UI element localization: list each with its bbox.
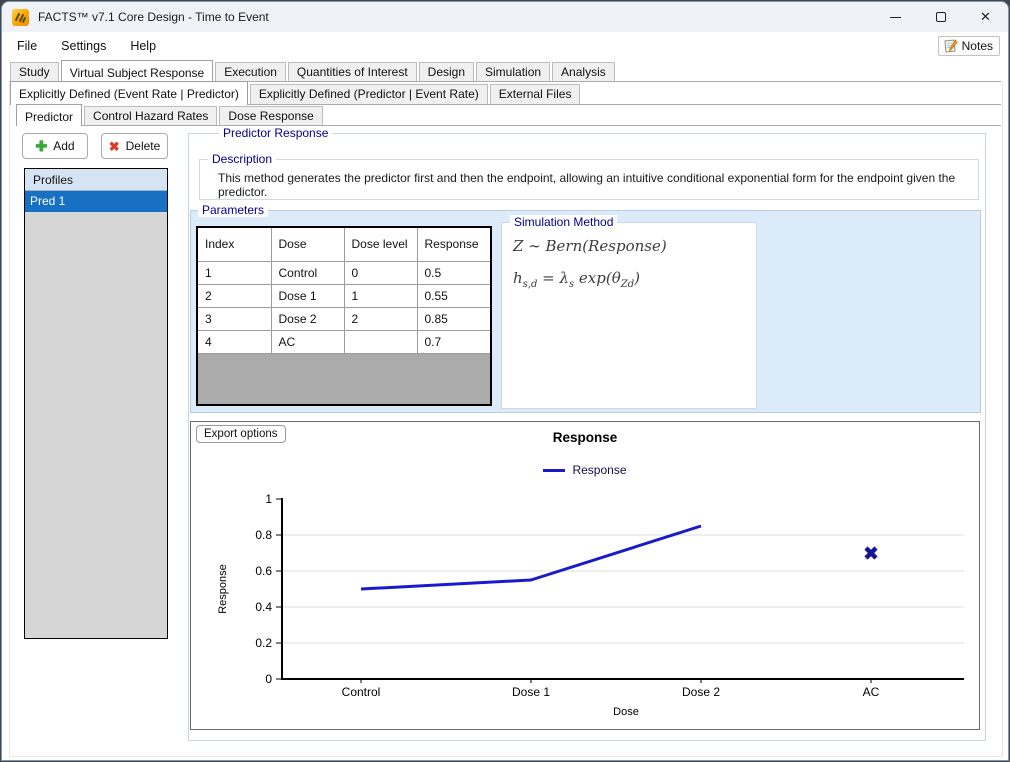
parameters-group: Parameters IndexDoseDose levelResponse 1… bbox=[190, 210, 981, 413]
simulation-formula-1: Z ∼ Bern(Response) bbox=[513, 237, 667, 255]
predictor-tab-strip: PredictorControl Hazard RatesDose Respon… bbox=[16, 105, 1001, 126]
tab-explicitly-defined-event-rate-predictor[interactable]: Explicitly Defined (Event Rate | Predict… bbox=[10, 81, 248, 105]
profiles-list-header: Profiles bbox=[25, 169, 167, 191]
tab-control-hazard-rates[interactable]: Control Hazard Rates bbox=[84, 106, 217, 125]
tab-study[interactable]: Study bbox=[10, 62, 59, 81]
legend-label: Response bbox=[572, 463, 626, 477]
svg-text:Response: Response bbox=[217, 564, 229, 614]
svg-text:0.4: 0.4 bbox=[255, 600, 272, 614]
tab-virtual-subject-response[interactable]: Virtual Subject Response bbox=[61, 60, 214, 82]
parameters-table: IndexDoseDose levelResponse 1Control00.5… bbox=[196, 226, 492, 406]
svg-text:0.6: 0.6 bbox=[255, 564, 272, 578]
chart-legend: Response bbox=[191, 463, 979, 477]
close-icon: ✕ bbox=[980, 9, 991, 25]
close-button[interactable]: ✕ bbox=[963, 2, 1008, 32]
tab-dose-response[interactable]: Dose Response bbox=[219, 106, 322, 125]
description-group-label: Description bbox=[208, 152, 276, 166]
export-options-button[interactable]: Export options bbox=[196, 425, 286, 443]
param-cell[interactable]: 0.55 bbox=[417, 284, 490, 307]
add-label: Add bbox=[53, 139, 74, 153]
minimize-button[interactable] bbox=[873, 2, 918, 32]
param-cell[interactable]: 2 bbox=[198, 284, 271, 307]
notes-label: Notes bbox=[962, 39, 993, 53]
tab-analysis[interactable]: Analysis bbox=[552, 62, 615, 81]
menu-bar: File Settings Help Notes bbox=[2, 32, 1008, 59]
delete-icon: ✖ bbox=[109, 140, 120, 153]
param-cell[interactable]: 0.5 bbox=[417, 261, 490, 284]
delete-button[interactable]: ✖ Delete bbox=[101, 133, 168, 159]
simulation-method-group-label: Simulation Method bbox=[510, 215, 617, 229]
tab-design[interactable]: Design bbox=[419, 62, 474, 81]
param-row: 1Control00.5 bbox=[198, 261, 490, 284]
dose-response-chart-panel: Export options Response Response 0 0.2 0.4… bbox=[190, 421, 980, 730]
param-cell[interactable]: 0 bbox=[344, 261, 417, 284]
param-cell[interactable]: 4 bbox=[198, 330, 271, 353]
simulation-method-group: Simulation Method Z ∼ Bern(Response) hs,… bbox=[501, 222, 757, 409]
param-cell[interactable]: AC bbox=[271, 330, 344, 353]
svg-text:AC: AC bbox=[863, 685, 880, 699]
menu-settings[interactable]: Settings bbox=[51, 35, 116, 57]
param-cell[interactable]: Dose 2 bbox=[271, 307, 344, 330]
tab-external-files[interactable]: External Files bbox=[490, 84, 581, 104]
tab-quantities-of-interest[interactable]: Quantities of Interest bbox=[288, 62, 417, 81]
notes-button[interactable]: Notes bbox=[938, 36, 1000, 56]
param-col-header: Index bbox=[198, 228, 271, 261]
minimize-icon bbox=[890, 17, 901, 18]
app-logo-icon bbox=[12, 9, 29, 26]
parameters-group-label: Parameters bbox=[198, 203, 268, 217]
window-title: FACTS™ v7.1 Core Design - Time to Event bbox=[38, 10, 269, 24]
param-cell[interactable] bbox=[344, 330, 417, 353]
param-col-header: Response bbox=[417, 228, 490, 261]
vsr-tab-strip: Explicitly Defined (Event Rate | Predict… bbox=[10, 82, 1001, 105]
main-tab-strip: StudyVirtual Subject ResponseExecutionQu… bbox=[10, 60, 1001, 82]
legend-line-swatch bbox=[543, 469, 565, 472]
param-cell[interactable]: 1 bbox=[344, 284, 417, 307]
description-text: This method generates the predictor firs… bbox=[218, 171, 968, 199]
svg-text:0.8: 0.8 bbox=[255, 528, 272, 542]
param-row: 3Dose 220.85 bbox=[198, 307, 490, 330]
svg-text:1: 1 bbox=[265, 492, 272, 506]
svg-text:Dose: Dose bbox=[613, 706, 639, 718]
window-controls: ✕ bbox=[873, 2, 1008, 32]
param-col-header: Dose bbox=[271, 228, 344, 261]
profile-item[interactable]: Pred 1 bbox=[25, 191, 167, 212]
maximize-icon bbox=[936, 12, 946, 22]
predictor-response-group-label: Predictor Response bbox=[219, 126, 332, 140]
simulation-formula-2: hs,d = λs exp(θZd) bbox=[513, 269, 640, 290]
tab-predictor[interactable]: Predictor bbox=[16, 104, 82, 126]
add-button[interactable]: ✚ Add bbox=[22, 133, 88, 159]
param-col-header: Dose level bbox=[344, 228, 417, 261]
svg-text:Control: Control bbox=[342, 685, 381, 699]
svg-text:0: 0 bbox=[265, 672, 272, 686]
delete-label: Delete bbox=[126, 139, 161, 153]
profiles-list: Profiles Pred 1 bbox=[24, 168, 168, 639]
tab-simulation[interactable]: Simulation bbox=[476, 62, 550, 81]
param-cell[interactable]: Dose 1 bbox=[271, 284, 344, 307]
param-cell[interactable]: 1 bbox=[198, 261, 271, 284]
param-cell[interactable]: 0.7 bbox=[417, 330, 490, 353]
param-row: 4AC 0.7 bbox=[198, 330, 490, 353]
maximize-button[interactable] bbox=[918, 2, 963, 32]
svg-text:Dose 1: Dose 1 bbox=[512, 685, 550, 699]
tab-explicitly-defined-predictor-event-rate[interactable]: Explicitly Defined (Predictor | Event Ra… bbox=[250, 84, 488, 104]
param-cell[interactable]: 3 bbox=[198, 307, 271, 330]
chart-title: Response bbox=[191, 430, 979, 445]
param-cell[interactable]: 0.85 bbox=[417, 307, 490, 330]
svg-text:0.2: 0.2 bbox=[255, 636, 272, 650]
app-window: FACTS™ v7.1 Core Design - Time to Event … bbox=[1, 1, 1009, 761]
predictor-response-group: Predictor Response Description This meth… bbox=[188, 133, 986, 741]
tab-execution[interactable]: Execution bbox=[215, 62, 286, 81]
param-row: 2Dose 110.55 bbox=[198, 284, 490, 307]
param-cell[interactable]: 2 bbox=[344, 307, 417, 330]
menu-file[interactable]: File bbox=[7, 35, 47, 57]
title-bar: FACTS™ v7.1 Core Design - Time to Event … bbox=[2, 2, 1008, 32]
param-cell[interactable]: Control bbox=[271, 261, 344, 284]
notes-icon bbox=[943, 39, 958, 53]
svg-text:Dose 2: Dose 2 bbox=[682, 685, 720, 699]
add-icon: ✚ bbox=[35, 139, 47, 153]
description-group: Description This method generates the pr… bbox=[199, 159, 979, 200]
menu-help[interactable]: Help bbox=[120, 35, 166, 57]
